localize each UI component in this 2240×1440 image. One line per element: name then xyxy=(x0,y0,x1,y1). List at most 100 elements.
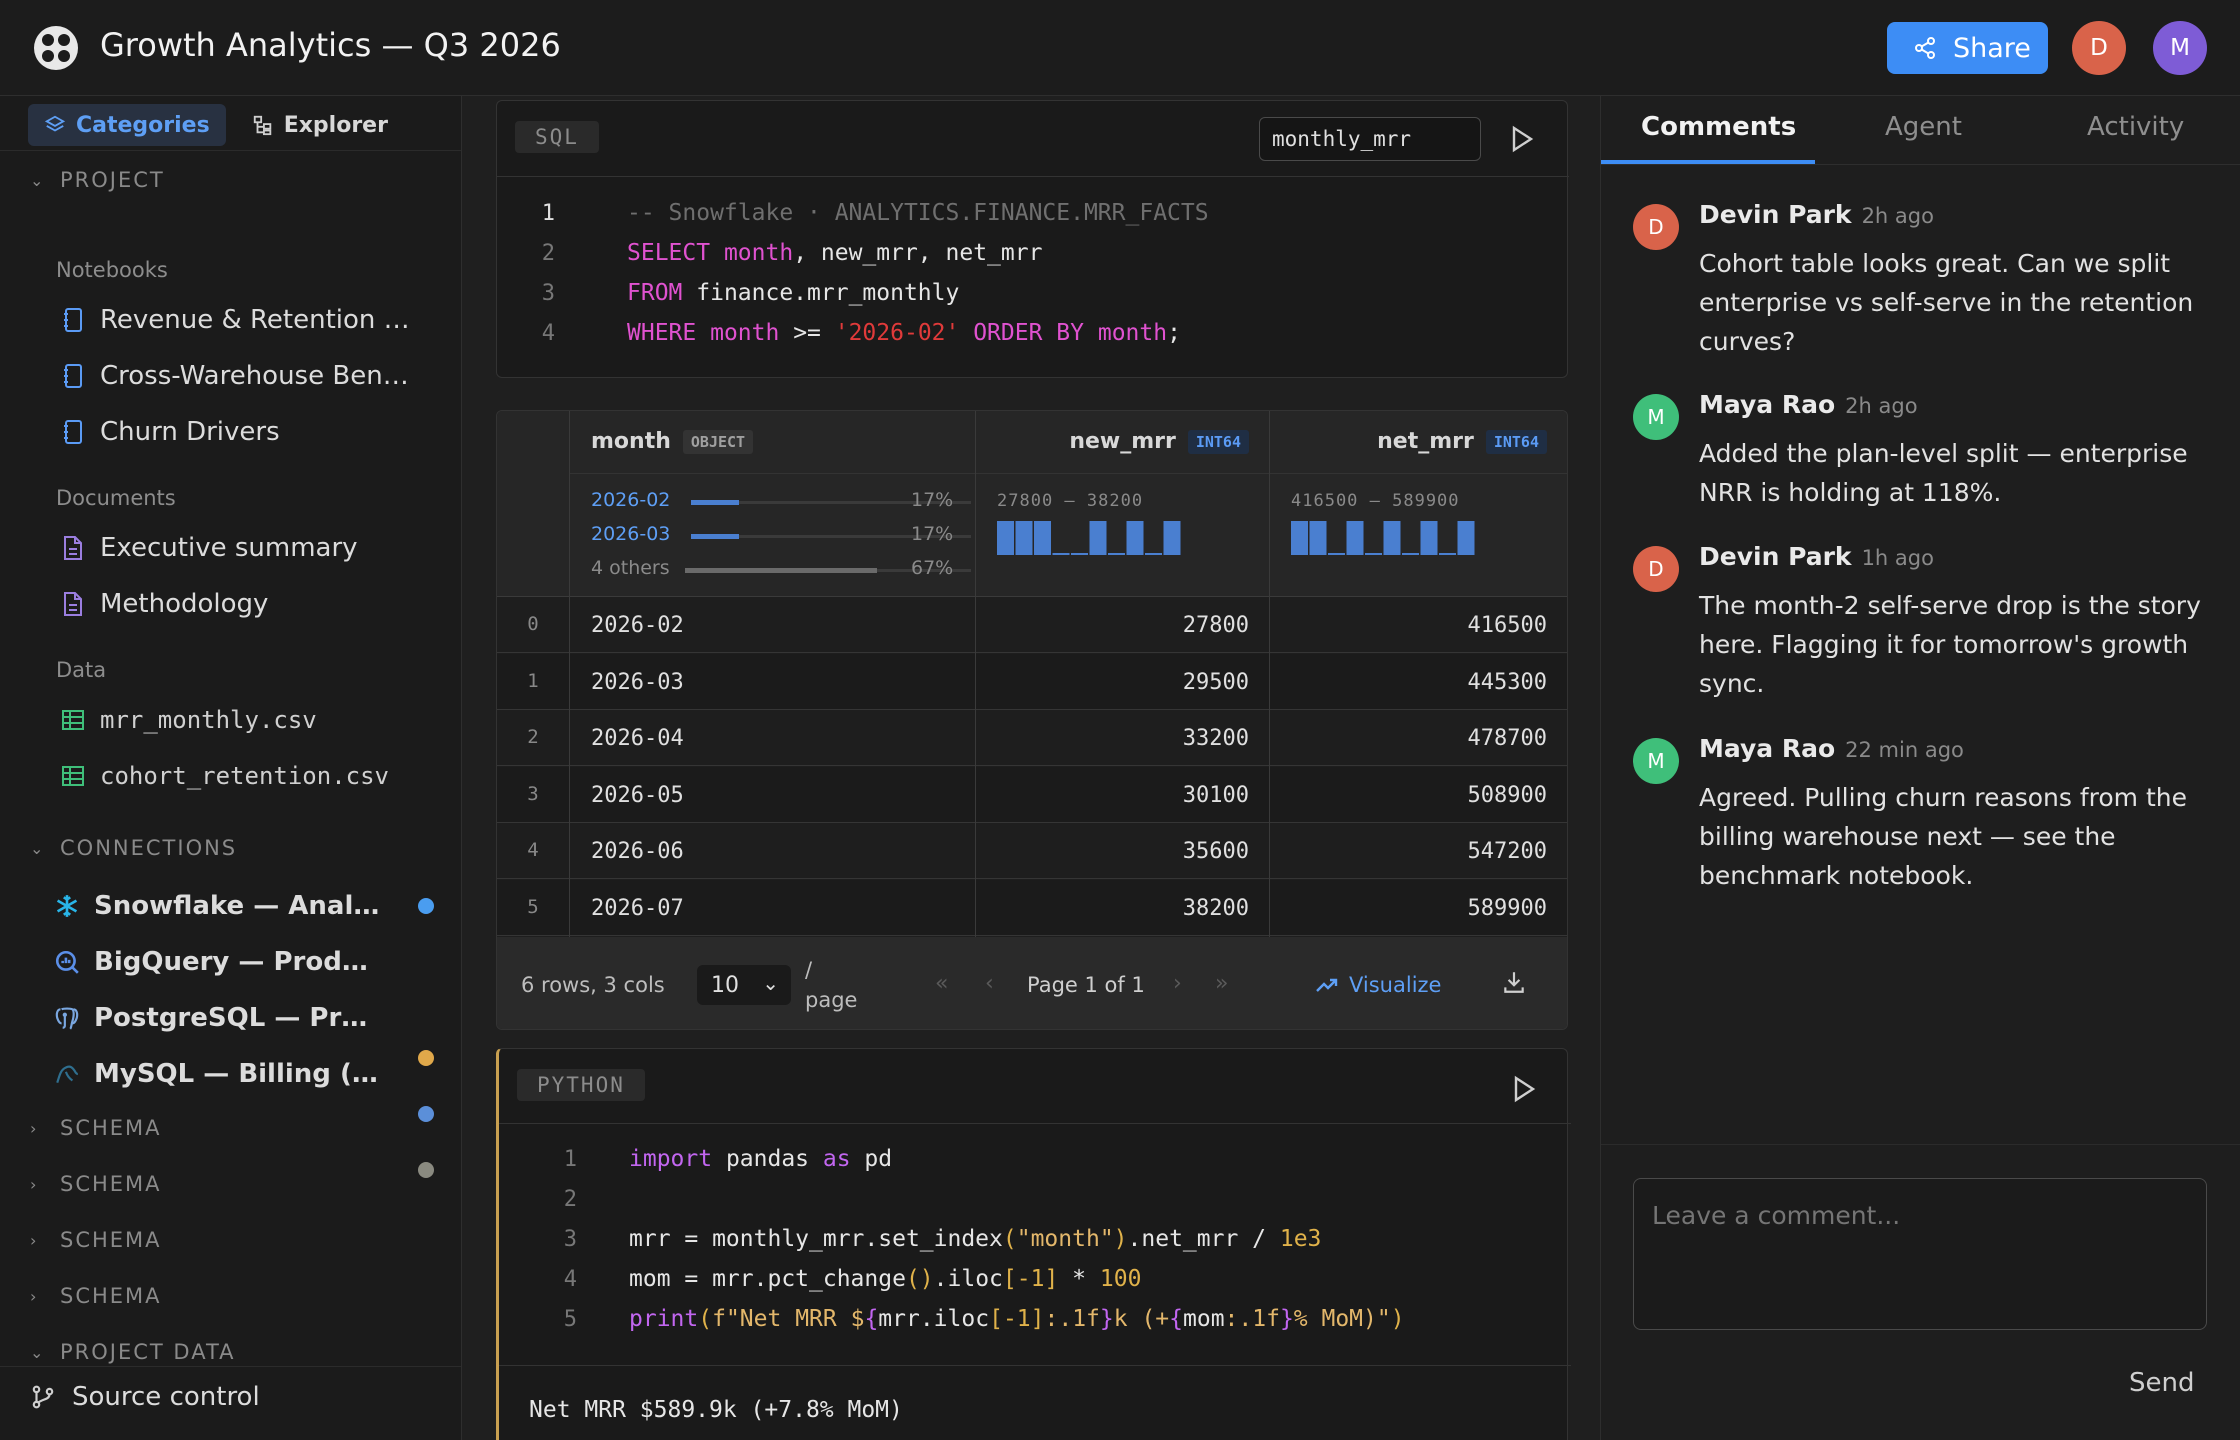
comment-text: Agreed. Pulling churn reasons from the b… xyxy=(1699,783,2187,890)
line-number: 4 xyxy=(541,321,555,346)
sidebar-item-notebook[interactable]: Churn Drivers xyxy=(60,412,450,452)
prev-page-icon[interactable]: ‹ xyxy=(985,971,994,996)
section-schema[interactable]: › SCHEMA xyxy=(30,1284,162,1308)
status-dot xyxy=(418,898,434,914)
tree-icon xyxy=(253,115,271,136)
tab-activity[interactable]: Activity xyxy=(2087,112,2184,142)
histogram-bar xyxy=(1291,521,1308,555)
document-name: Executive summary xyxy=(100,533,358,563)
comment-input[interactable] xyxy=(1633,1178,2207,1330)
download-icon[interactable] xyxy=(1501,969,1527,995)
divider xyxy=(497,176,1569,177)
section-project[interactable]: ⌄ PROJECT xyxy=(30,168,165,192)
sidebar-item-data-file[interactable]: cohort_retention.csv xyxy=(60,756,450,796)
line-number: 5 xyxy=(563,1307,577,1332)
column-divider xyxy=(1269,411,1270,937)
cell-new-mrr: 27800 xyxy=(1182,613,1249,638)
column-name: new_mrr xyxy=(1069,429,1176,454)
comment-time: 1h ago xyxy=(1861,546,1934,570)
bigquery-icon xyxy=(54,949,80,975)
table-row[interactable]: 1 2026-03 29500 445300 xyxy=(497,653,1567,710)
notebook-name: Revenue & Retention Deep Dive xyxy=(100,305,420,335)
sidebar-tabs: Categories Explorer xyxy=(28,104,404,146)
chevron-right-icon: › xyxy=(30,1230,39,1250)
tab-explorer[interactable]: Explorer xyxy=(236,104,404,146)
page-size-select[interactable]: 10 ⌄ xyxy=(697,965,791,1005)
tab-agent[interactable]: Agent xyxy=(1885,112,1962,142)
per-page-label: / page xyxy=(805,958,858,1012)
tab-categories[interactable]: Categories xyxy=(28,104,226,146)
histogram-bar xyxy=(1346,521,1364,555)
column-header-month[interactable]: month OBJECT xyxy=(591,429,754,454)
comment-text: Cohort table looks great. Can we split e… xyxy=(1699,249,2194,356)
sidebar-item-notebook[interactable]: Revenue & Retention Deep Dive xyxy=(60,300,450,340)
cell-month: 2026-04 xyxy=(591,726,684,752)
connection-name: PostgreSQL — Prod Replica xyxy=(94,1003,384,1033)
sidebar-item-connection[interactable]: BigQuery — Product Events xyxy=(54,942,444,982)
table-row[interactable]: 5 2026-07 38200 589900 xyxy=(497,880,1567,936)
comment-text: Added the plan-level split — enterprise … xyxy=(1699,439,2188,507)
histogram-bar xyxy=(1015,521,1033,555)
share-label: Share xyxy=(1953,32,2031,64)
sidebar-item-document[interactable]: Methodology xyxy=(60,584,450,624)
sidebar-item-data-file[interactable]: mrr_monthly.csv xyxy=(60,700,450,740)
page-indicator: Page 1 of 1 xyxy=(1027,973,1145,997)
row-index: 0 xyxy=(527,613,539,635)
section-schema[interactable]: › SCHEMA xyxy=(30,1116,162,1140)
share-button[interactable]: Share xyxy=(1887,22,2048,74)
divider xyxy=(1601,164,2240,165)
sidebar-item-document[interactable]: Executive summary xyxy=(60,528,450,568)
mysql-icon xyxy=(54,1061,80,1087)
table-row[interactable]: 2 2026-04 33200 478700 xyxy=(497,710,1567,767)
result-table: month OBJECT new_mrr INT64 net_mrr INT64… xyxy=(496,410,1568,1030)
cell-net-mrr: 589900 xyxy=(1467,896,1547,921)
sql-cell[interactable]: SQL monthly_mrr 1 -- Snowflake · ANALYTIC… xyxy=(496,100,1569,378)
cell-new-mrr: 33200 xyxy=(1182,726,1249,752)
section-connections[interactable]: ⌄ CONNECTIONS xyxy=(30,836,237,860)
column-header-new-mrr[interactable]: new_mrr INT64 xyxy=(1069,429,1249,454)
tab-comments[interactable]: Comments xyxy=(1641,112,1796,142)
python-cell[interactable]: PYTHON 1 import pandas as pd 2 3 mrr = month… xyxy=(496,1048,1571,1440)
avatar: M xyxy=(1633,394,1679,440)
author-name: Maya Rao xyxy=(1699,390,1836,419)
column-divider xyxy=(569,411,570,937)
table-row[interactable]: 0 2026-02 27800 416500 xyxy=(497,597,1567,653)
next-page-icon[interactable]: › xyxy=(1173,971,1182,996)
section-schema[interactable]: › SCHEMA xyxy=(30,1228,162,1252)
output-variable-input[interactable]: monthly_mrr xyxy=(1259,117,1481,161)
cell-net-mrr: 445300 xyxy=(1467,669,1547,695)
sidebar-item-connection[interactable]: MySQL — Billing (legacy) xyxy=(54,1054,444,1094)
column-name: net_mrr xyxy=(1377,429,1474,454)
divider xyxy=(0,1366,461,1367)
histogram-new-mrr xyxy=(997,521,1181,555)
visualize-button[interactable]: Visualize xyxy=(1315,973,1441,997)
section-label: SCHEMA xyxy=(60,1172,162,1196)
source-control-button[interactable]: Source control xyxy=(30,1382,260,1412)
sidebar-item-connection[interactable]: PostgreSQL — Prod Replica xyxy=(54,998,444,1038)
distribution-fill xyxy=(691,500,739,505)
cell-type-label: SQL xyxy=(515,121,599,153)
table-row[interactable]: 4 2026-06 35600 547200 xyxy=(497,823,1567,880)
divider xyxy=(0,150,461,151)
tab-label: Explorer xyxy=(283,112,388,138)
first-page-icon[interactable]: « xyxy=(935,971,948,996)
avatar[interactable]: M xyxy=(2153,21,2207,75)
sidebar-item-connection[interactable]: Snowflake — Analytics xyxy=(54,886,444,926)
author-name: Devin Park xyxy=(1699,542,1852,571)
send-button[interactable]: Send xyxy=(2129,1368,2194,1398)
run-icon[interactable] xyxy=(1503,121,1539,157)
table-row[interactable]: 3 2026-05 30100 508900 xyxy=(497,766,1567,823)
value-label: 2026-02 xyxy=(591,489,671,511)
section-schema[interactable]: › SCHEMA xyxy=(30,1172,162,1196)
last-page-icon[interactable]: » xyxy=(1215,971,1228,996)
section-project-data[interactable]: ⌄ PROJECT DATA xyxy=(30,1340,236,1364)
column-header-net-mrr[interactable]: net_mrr INT64 xyxy=(1377,429,1547,454)
sidebar-item-notebook[interactable]: Cross-Warehouse Benchmark xyxy=(60,356,450,396)
cell-month: 2026-07 xyxy=(591,896,684,921)
code-line: mom = mrr.pct_change().iloc[-1] * 100 xyxy=(629,1266,1142,1292)
avatar[interactable]: D xyxy=(2072,21,2126,75)
git-branch-icon xyxy=(32,1385,54,1409)
run-icon[interactable] xyxy=(1505,1071,1541,1107)
app-logo-icon[interactable] xyxy=(32,24,80,72)
code-line: WHERE month >= '2026-02' ORDER BY month; xyxy=(627,320,1181,346)
